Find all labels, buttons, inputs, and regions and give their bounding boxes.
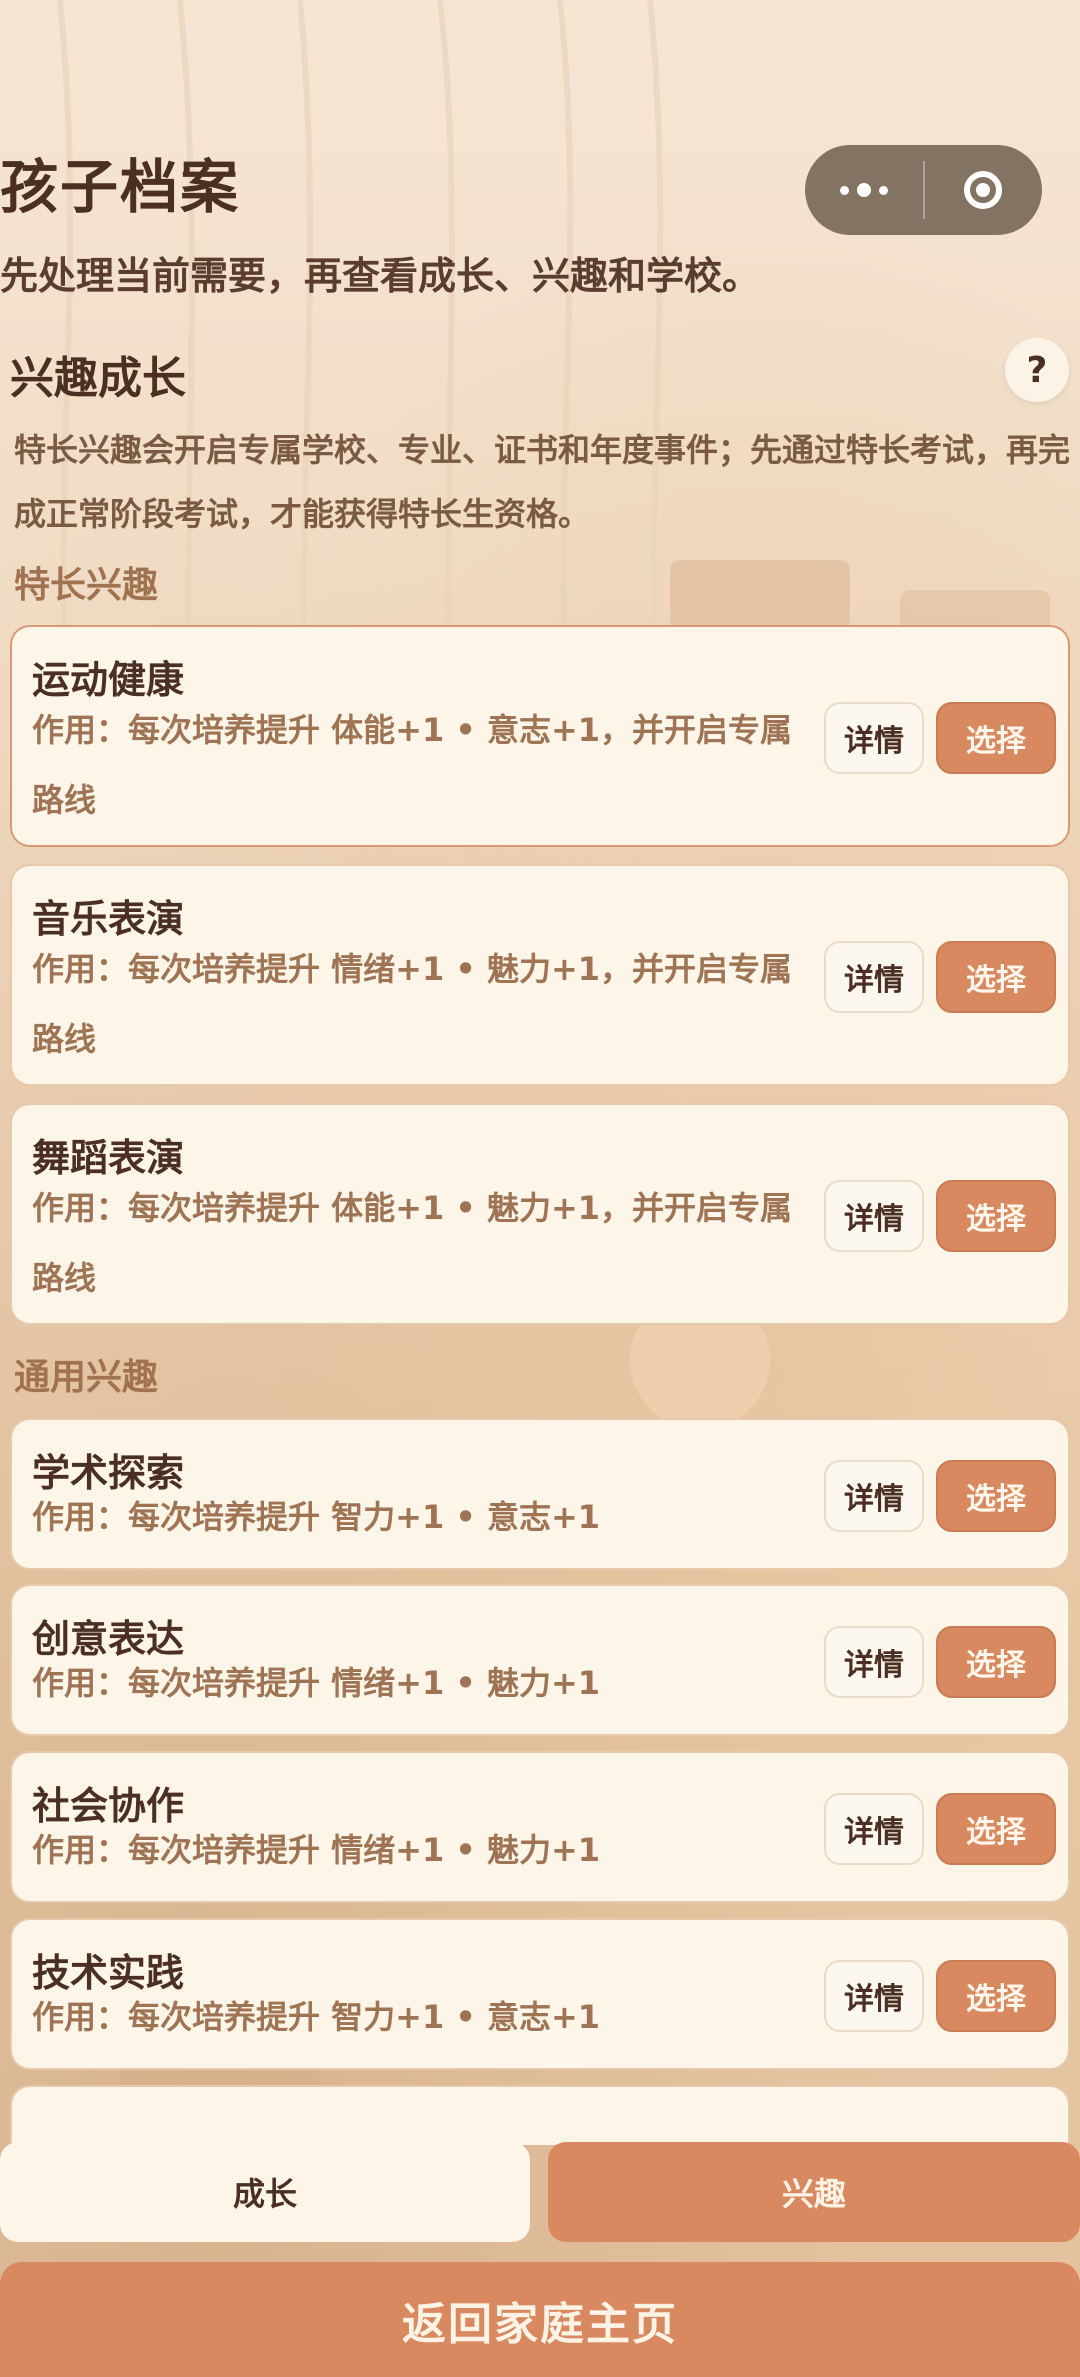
interest-card-music: 音乐表演 作用：每次培养提升 情绪+1 • 魅力+1，并开启专属路线 详情 选择	[10, 864, 1070, 1086]
interest-effect: 作用：每次培养提升 智力+1 • 意志+1	[32, 1998, 601, 2036]
select-button[interactable]: 选择	[936, 1180, 1056, 1252]
page-subtitle: 先处理当前需要，再查看成长、兴趣和学校。	[0, 254, 761, 298]
interest-effect: 作用：每次培养提升 智力+1 • 意志+1	[32, 1498, 601, 1536]
detail-button[interactable]: 详情	[824, 1960, 924, 2032]
more-dots-icon[interactable]	[805, 183, 923, 197]
select-button[interactable]: 选择	[936, 1626, 1056, 1698]
general-interest-label: 通用兴趣	[14, 1357, 159, 1398]
select-button[interactable]: 选择	[936, 1460, 1056, 1532]
interest-card-academic: 学术探索 作用：每次培养提升 智力+1 • 意志+1 详情 选择	[10, 1418, 1070, 1570]
tab-growth[interactable]: 成长	[0, 2142, 530, 2242]
interest-effect: 作用：每次培养提升 情绪+1 • 魅力+1	[32, 1664, 601, 1702]
interest-effect: 作用：每次培养提升 体能+1 • 魅力+1，并开启专属路线	[32, 1189, 793, 1297]
select-button[interactable]: 选择	[936, 941, 1056, 1013]
detail-button[interactable]: 详情	[824, 1626, 924, 1698]
interest-effect: 作用：每次培养提升 情绪+1 • 魅力+1，并开启专属路线	[32, 950, 793, 1058]
special-interest-label: 特长兴趣	[14, 565, 159, 606]
interest-card-creative: 创意表达 作用：每次培养提升 情绪+1 • 魅力+1 详情 选择	[10, 1584, 1070, 1736]
interest-card-partial	[10, 2085, 1070, 2145]
interest-effect: 作用：每次培养提升 情绪+1 • 魅力+1	[32, 1831, 601, 1869]
target-icon[interactable]	[925, 171, 1043, 209]
tab-interest[interactable]: 兴趣	[548, 2142, 1080, 2242]
page-title: 孩子档案	[0, 153, 241, 221]
interest-card-tech: 技术实践 作用：每次培养提升 智力+1 • 意志+1 详情 选择	[10, 1918, 1070, 2070]
interest-card-sports: 运动健康 作用：每次培养提升 体能+1 • 意志+1，并开启专属路线 详情 选择	[10, 625, 1070, 847]
mini-program-capsule	[805, 145, 1042, 235]
detail-button[interactable]: 详情	[824, 702, 924, 774]
select-button[interactable]: 选择	[936, 702, 1056, 774]
detail-button[interactable]: 详情	[824, 1793, 924, 1865]
help-icon[interactable]: ?	[1005, 338, 1069, 402]
section-title: 兴趣成长	[10, 353, 186, 404]
detail-button[interactable]: 详情	[824, 941, 924, 1013]
section-intro: 特长兴趣会开启专属学校、专业、证书和年度事件；先通过特长考试，再完成正常阶段考试…	[14, 431, 1071, 533]
return-home-button[interactable]: 返回家庭主页	[0, 2262, 1080, 2377]
detail-button[interactable]: 详情	[824, 1460, 924, 1532]
interest-card-dance: 舞蹈表演 作用：每次培养提升 体能+1 • 魅力+1，并开启专属路线 详情 选择	[10, 1103, 1070, 1325]
select-button[interactable]: 选择	[936, 1793, 1056, 1865]
interest-card-social: 社会协作 作用：每次培养提升 情绪+1 • 魅力+1 详情 选择	[10, 1751, 1070, 1903]
interest-effect: 作用：每次培养提升 体能+1 • 意志+1，并开启专属路线	[32, 711, 793, 819]
select-button[interactable]: 选择	[936, 1960, 1056, 2032]
detail-button[interactable]: 详情	[824, 1180, 924, 1252]
